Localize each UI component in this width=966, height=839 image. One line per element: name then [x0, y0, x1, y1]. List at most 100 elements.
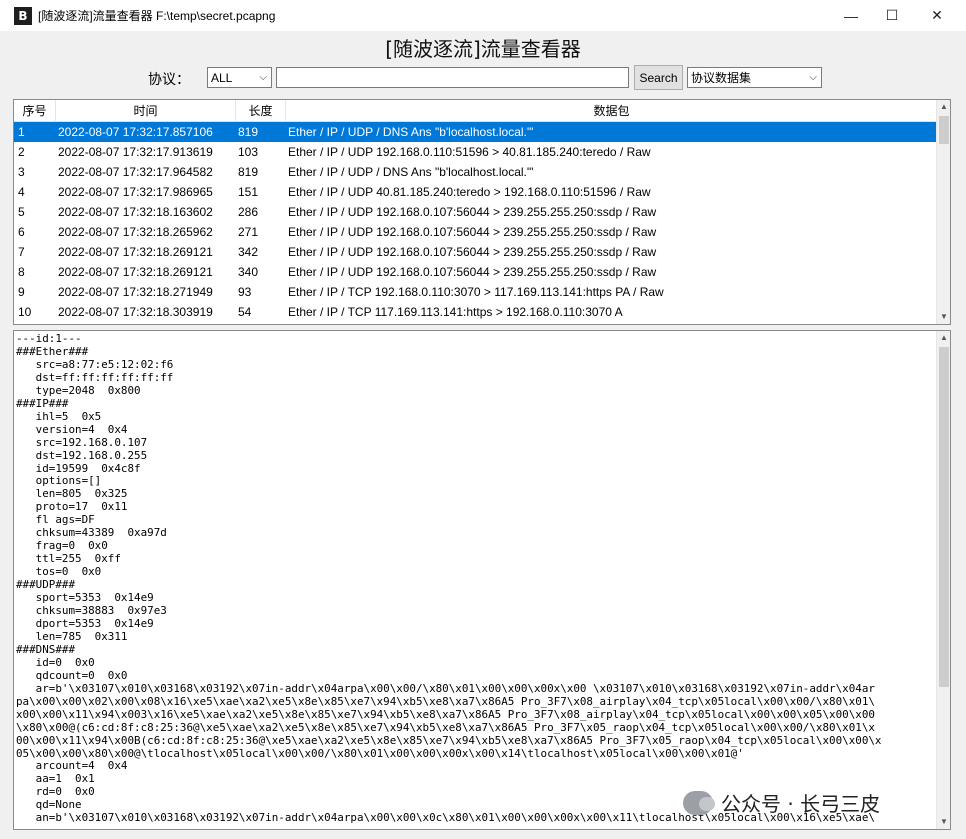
detail-line: \x80\x00@(c6:cd:8f:c8:25:36@\xe5\xae\xa2…: [16, 720, 875, 734]
dataset-select[interactable]: 协议数据集 ⌵: [687, 67, 822, 88]
detail-line: dst=192.168.0.255: [16, 448, 148, 462]
cell-time: 2022-08-07 17:32:18.265962: [58, 225, 213, 239]
detail-line: 05\x00\x00\x80\x00@\tlocalhost\x05local\…: [16, 746, 744, 760]
detail-line: aa=1 0x1: [16, 772, 95, 786]
detail-line: ttl=255 0xff: [16, 552, 121, 566]
scroll-up-icon[interactable]: ▲: [937, 100, 950, 114]
cell-time: 2022-08-07 17:32:17.986965: [58, 185, 213, 199]
packet-list[interactable]: 序号 时间 长度 数据包 1 2022-08-07 17:32:17.857106…: [13, 99, 951, 325]
cell-length: 819: [238, 125, 259, 139]
cell-length: 151: [238, 185, 259, 199]
table-row[interactable]: 2 2022-08-07 17:32:17.913619 103 Ether / IP…: [14, 142, 938, 162]
close-button[interactable]: ✕: [914, 0, 960, 31]
cell-length: 271: [238, 225, 259, 239]
cell-packet: Ether / IP / UDP / DNS Ans "b'localhost.…: [288, 165, 534, 179]
detail-line: frag=0 0x0: [16, 539, 108, 553]
chevron-down-icon: ⌵: [809, 72, 817, 83]
table-row[interactable]: 3 2022-08-07 17:32:17.964582 819 Ether / IP…: [14, 162, 938, 182]
cell-no: 10: [18, 305, 32, 319]
detail-line: len=785 0x311: [16, 629, 128, 643]
detail-line: tos=0 0x0: [16, 565, 102, 579]
cell-packet: Ether / IP / UDP 192.168.0.107:56044 > 2…: [288, 205, 657, 219]
cell-time: 2022-08-07 17:32:18.269121: [58, 245, 213, 259]
cell-length: 103: [238, 145, 259, 159]
column-header-time[interactable]: 时间: [56, 100, 236, 122]
cell-time: 2022-08-07 17:32:17.857106: [58, 125, 213, 139]
cell-length: 93: [238, 285, 252, 299]
protocol-label: 协议：: [148, 72, 190, 88]
column-header-packet[interactable]: 数据包: [286, 100, 938, 122]
packet-list-header: 序号 时间 长度 数据包: [14, 100, 938, 122]
detail-line: arcount=4 0x4: [16, 759, 128, 773]
window-title: [随波逐流]流量查看器 F:\temp\secret.pcapng: [38, 9, 276, 23]
dataset-select-value: 协议数据集: [691, 71, 752, 85]
scroll-thumb[interactable]: [939, 347, 949, 687]
cell-packet: Ether / IP / UDP 40.81.185.240:teredo > …: [288, 185, 651, 199]
table-row[interactable]: 5 2022-08-07 17:32:18.163602 286 Ether / IP…: [14, 202, 938, 222]
packet-detail-panel[interactable]: ---id:1--- ###Ether### src=a8:77:e5:12:02…: [13, 330, 951, 830]
detail-line: src=a8:77:e5:12:02:f6: [16, 357, 174, 371]
minimize-button[interactable]: —: [828, 0, 874, 31]
app-heading: [随波逐流]流量查看器: [385, 37, 581, 61]
search-button[interactable]: Search: [634, 65, 683, 90]
detail-line: id=0 0x0: [16, 655, 95, 669]
cell-no: 9: [18, 285, 25, 299]
table-row[interactable]: 6 2022-08-07 17:32:18.265962 271 Ether / IP…: [14, 222, 938, 242]
detail-line: ###DNS###: [16, 642, 76, 656]
app-icon: B: [14, 6, 32, 25]
table-row[interactable]: 4 2022-08-07 17:32:17.986965 151 Ether / IP…: [14, 182, 938, 202]
column-header-length[interactable]: 长度: [236, 100, 286, 122]
protocol-select[interactable]: ALL ⌵: [207, 67, 272, 88]
cell-no: 7: [18, 245, 25, 259]
packet-rows: 1 2022-08-07 17:32:17.857106 819 Ether / IP…: [14, 122, 938, 322]
detail-line: id=19599 0x4c8f: [16, 461, 141, 475]
detail-line: x00\x00\x11\x94\x003\x16\xe5\xae\xa2\xe5…: [16, 707, 875, 721]
cell-no: 8: [18, 265, 25, 279]
cell-packet: Ether / IP / TCP 117.169.113.141:https >…: [288, 305, 623, 319]
wechat-icon: [683, 790, 715, 815]
cell-no: 4: [18, 185, 25, 199]
cell-no: 2: [18, 145, 25, 159]
detail-line: dport=5353 0x14e9: [16, 616, 154, 630]
cell-time: 2022-08-07 17:32:18.269121: [58, 265, 213, 279]
table-row[interactable]: 8 2022-08-07 17:32:18.269121 340 Ether / IP…: [14, 262, 938, 282]
cell-packet: Ether / IP / UDP / DNS Ans "b'localhost.…: [288, 125, 534, 139]
cell-length: 286: [238, 205, 259, 219]
scroll-down-icon[interactable]: ▼: [937, 310, 950, 324]
detail-line: ihl=5 0x5: [16, 409, 102, 423]
maximize-button[interactable]: ☐: [869, 0, 915, 31]
scroll-up-icon[interactable]: ▲: [937, 331, 950, 345]
detail-line: ---id:1---: [16, 333, 82, 345]
table-row[interactable]: 9 2022-08-07 17:32:18.271949 93 Ether / IP …: [14, 282, 938, 302]
cell-time: 2022-08-07 17:32:18.271949: [58, 285, 213, 299]
chevron-down-icon: ⌵: [259, 72, 267, 83]
scroll-down-icon[interactable]: ▼: [937, 815, 950, 829]
detail-line: len=805 0x325: [16, 487, 128, 501]
scroll-thumb[interactable]: [939, 116, 949, 144]
table-row[interactable]: 1 2022-08-07 17:32:17.857106 819 Ether / IP…: [14, 122, 938, 142]
cell-no: 3: [18, 165, 25, 179]
detail-line: version=4 0x4: [16, 422, 128, 436]
detail-line: ###IP###: [16, 396, 69, 410]
table-row[interactable]: 7 2022-08-07 17:32:18.269121 342 Ether / IP…: [14, 242, 938, 262]
filter-input[interactable]: [276, 67, 629, 88]
detail-line: ar=b'\x03107\x010\x03168\x03192\x07in-ad…: [16, 681, 875, 695]
detail-line: chksum=43389 0xa97d: [16, 526, 167, 540]
cell-packet: Ether / IP / UDP 192.168.0.107:56044 > 2…: [288, 245, 657, 259]
cell-time: 2022-08-07 17:32:17.913619: [58, 145, 213, 159]
detail-line: pa\x00\x00\x02\x00\x08\x16\xe5\xae\xa2\x…: [16, 694, 875, 708]
detail-line: dst=ff:ff:ff:ff:ff:ff: [16, 370, 174, 384]
packet-list-scrollbar[interactable]: ▲ ▼: [936, 100, 950, 324]
cell-packet: Ether / IP / UDP 192.168.0.110:51596 > 4…: [288, 145, 651, 159]
cell-length: 54: [238, 305, 252, 319]
cell-time: 2022-08-07 17:32:18.163602: [58, 205, 213, 219]
cell-no: 1: [18, 125, 25, 139]
cell-time: 2022-08-07 17:32:17.964582: [58, 165, 213, 179]
detail-scrollbar[interactable]: ▲ ▼: [936, 331, 950, 829]
column-header-no[interactable]: 序号: [14, 100, 56, 122]
cell-no: 5: [18, 205, 25, 219]
title-bar: B [随波逐流]流量查看器 F:\temp\secret.pcapng — ☐ …: [0, 0, 966, 31]
table-row[interactable]: 10 2022-08-07 17:32:18.303919 54 Ether / IP…: [14, 302, 938, 322]
cell-length: 819: [238, 165, 259, 179]
detail-line: src=192.168.0.107: [16, 435, 148, 449]
